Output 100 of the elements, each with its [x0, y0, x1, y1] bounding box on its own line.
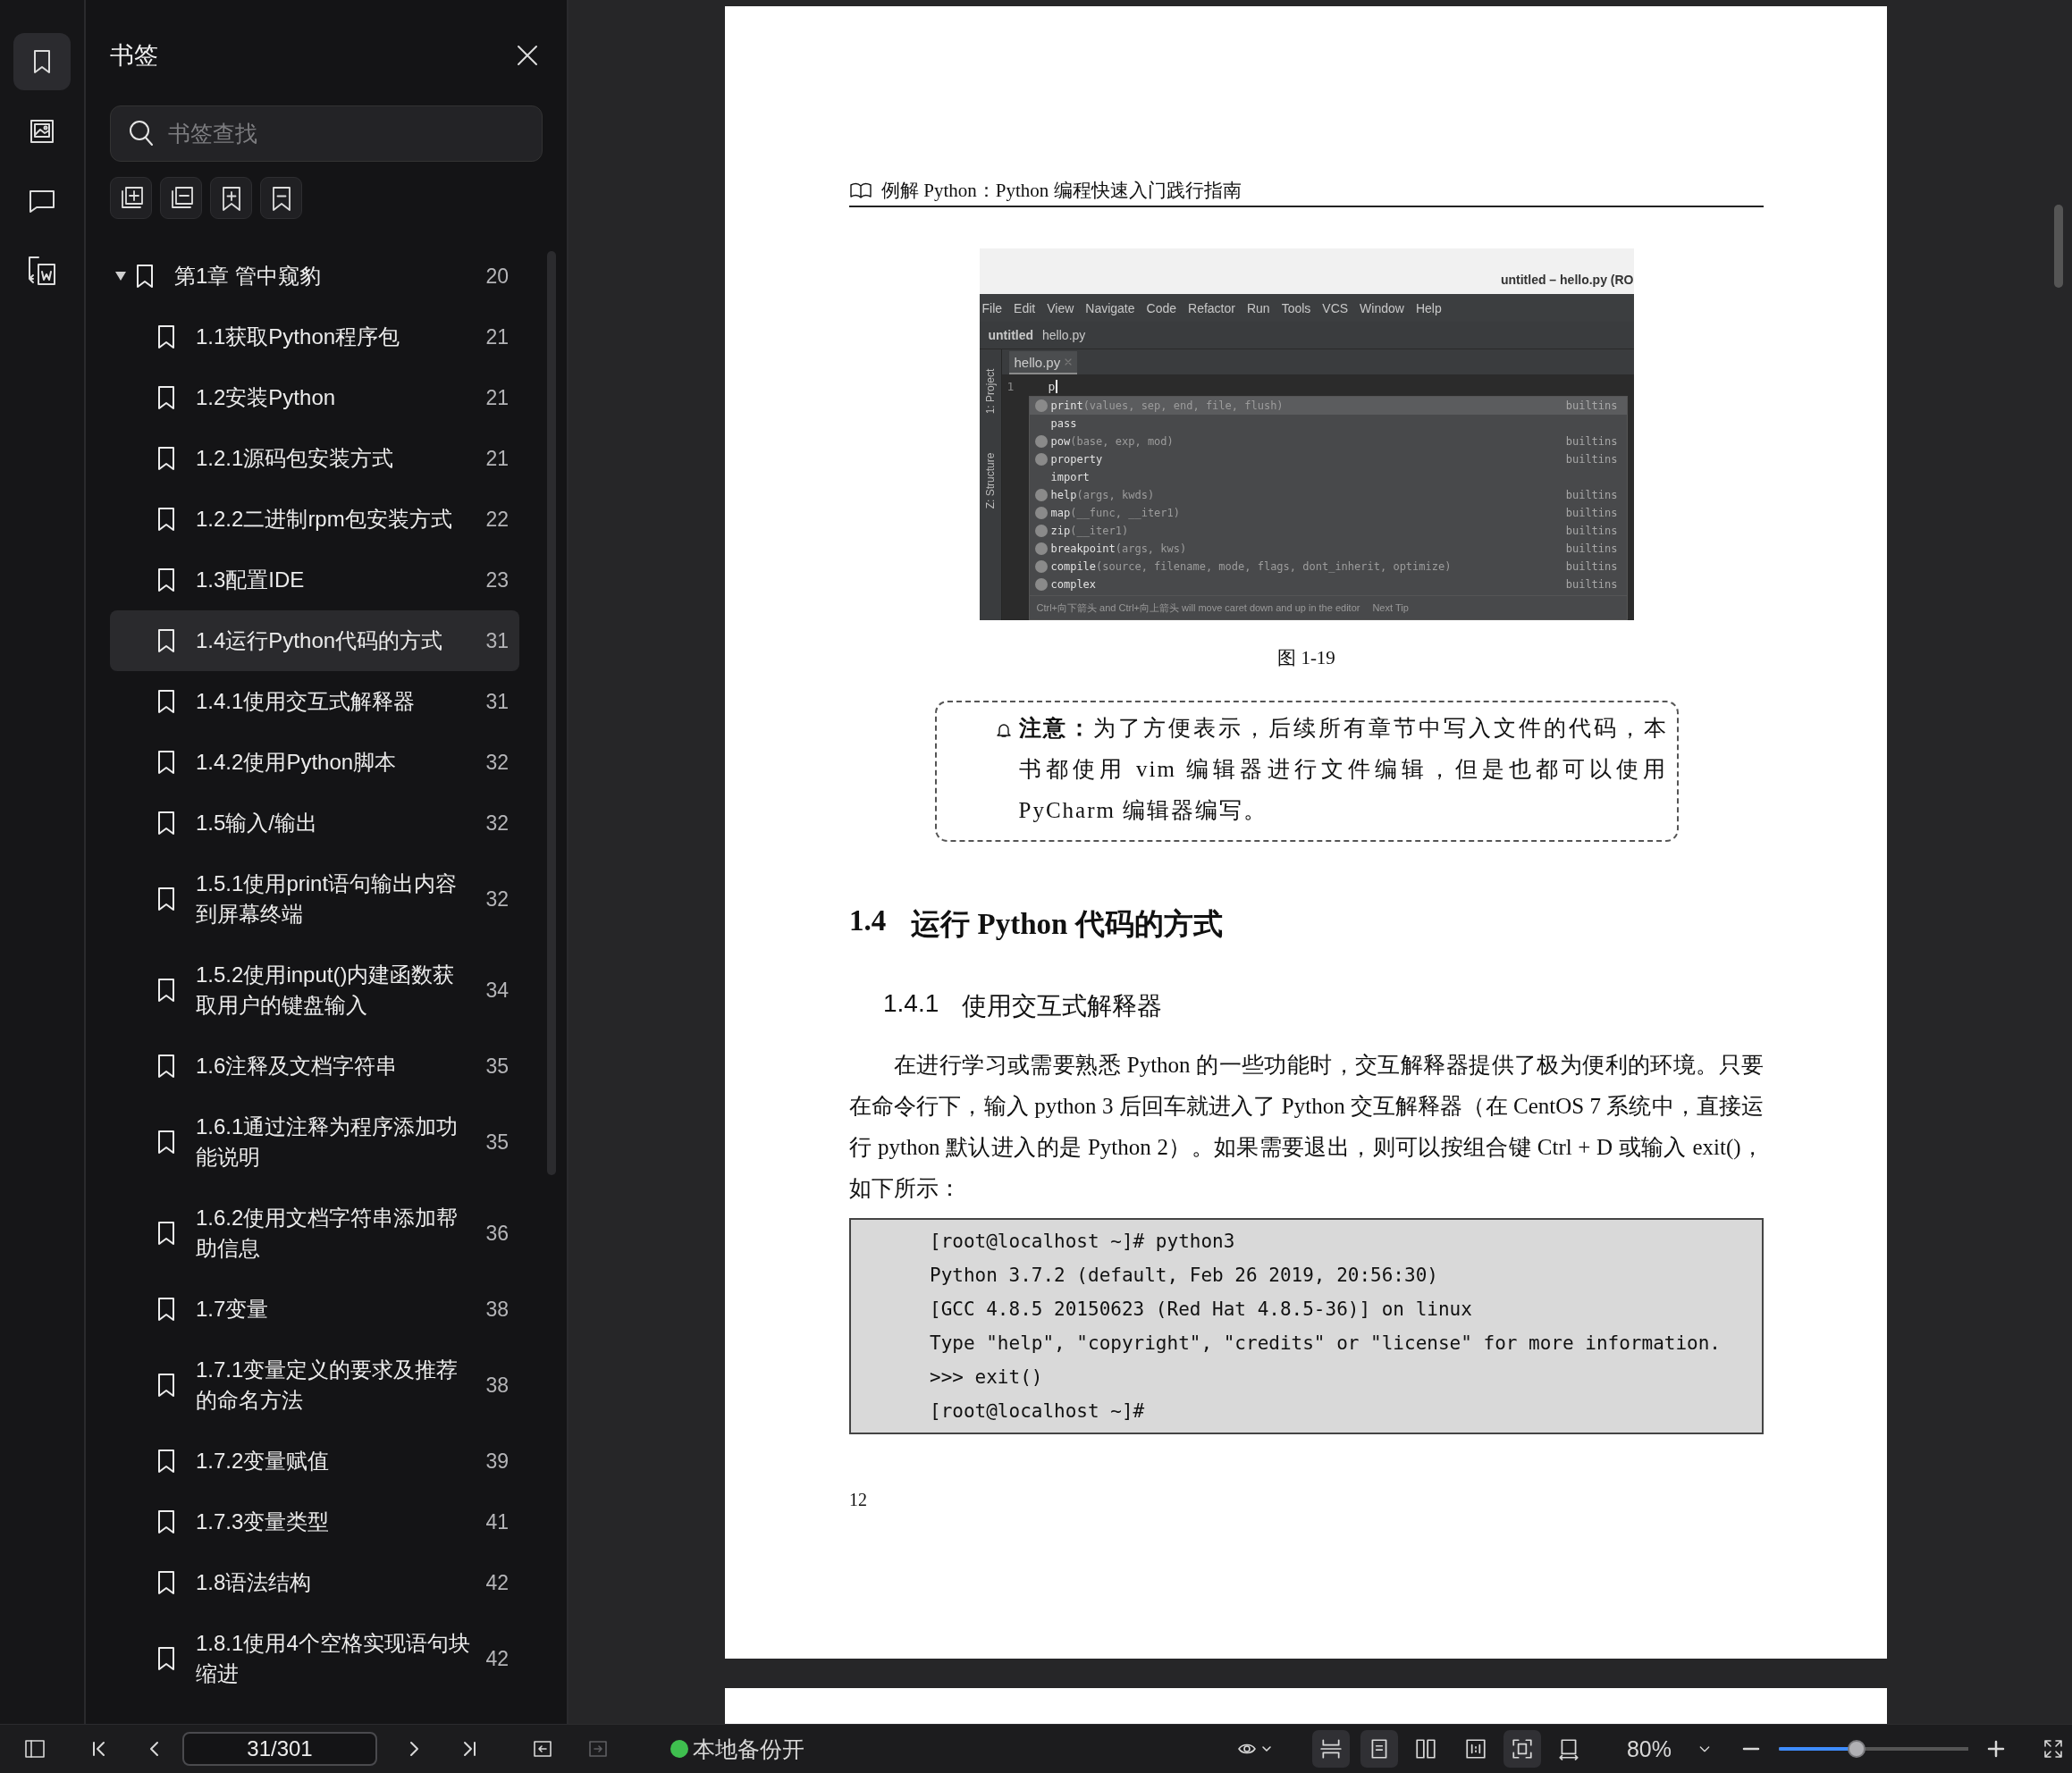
bookmark-item[interactable]: 1.7.3变量类型 41	[110, 1492, 519, 1552]
scrollbar-thumb[interactable]	[547, 251, 556, 1175]
breadcrumb-item[interactable]: hello.py	[1042, 328, 1086, 342]
completion-item[interactable]: pass	[1029, 415, 1627, 433]
bookmark-icon	[156, 1297, 176, 1322]
add-button[interactable]	[210, 177, 252, 219]
bookmarks-tab[interactable]	[13, 33, 71, 90]
completion-item[interactable]: print(values, sep, end, file, flush) builtins	[1029, 397, 1627, 415]
open-book-icon	[849, 182, 872, 198]
bookmark-icon	[156, 750, 176, 775]
code-line: Python 3.7.2 (default, Feb 26 2019, 20:56:30)	[930, 1264, 1439, 1288]
menu-item[interactable]: Refactor	[1188, 300, 1235, 315]
completion-item[interactable]: map(__func, __iter1) builtins	[1029, 504, 1627, 522]
menu-item[interactable]: Window	[1360, 300, 1404, 315]
single-page-button[interactable]	[1360, 1730, 1398, 1768]
function-kind-icon	[1034, 507, 1048, 519]
page-number: 12	[849, 1490, 868, 1510]
breadcrumb-item[interactable]: untitled	[988, 328, 1034, 342]
code-line: Type "help", "copyright", "credits" or "license" for more information.	[930, 1332, 1722, 1356]
window-title: untitled – hello.py (RO	[1500, 273, 1634, 287]
comment-icon	[28, 189, 56, 214]
class-kind-icon	[1034, 453, 1048, 466]
scrollbar-thumb[interactable]	[2054, 205, 2063, 288]
editor-tab[interactable]: hello.py	[1008, 351, 1078, 374]
two-page-icon	[1413, 1737, 1437, 1760]
menu-item[interactable]: Run	[1246, 300, 1270, 315]
bookmark-item[interactable]: 1.4.2使用Python脚本 32	[110, 732, 519, 793]
bookmark-item[interactable]: 1.5.1使用print语句输出内容到屏幕终端 32	[110, 853, 519, 945]
function-kind-icon	[1034, 399, 1048, 412]
completion-item[interactable]: pow(base, exp, mod) builtins	[1029, 433, 1627, 450]
bookmark-item[interactable]: 1.8语法结构 42	[110, 1552, 519, 1613]
section-number: 1.4	[849, 904, 887, 938]
completion-item[interactable]: import	[1029, 468, 1627, 486]
bookmark-icon	[156, 628, 176, 653]
bookmark-icon	[156, 886, 176, 912]
page-number-field[interactable]: 31/301	[182, 1732, 377, 1766]
bookmark-item[interactable]: 1.2.1源码包安装方式 21	[110, 428, 519, 489]
menu-item[interactable]: Help	[1415, 300, 1442, 315]
bookmark-item[interactable]: 1.5输入/输出 32	[110, 793, 519, 853]
function-kind-icon	[1034, 489, 1048, 501]
menu-item[interactable]: VCS	[1322, 300, 1349, 315]
bookmark-item[interactable]: 第1章 管中窥豹 20	[110, 246, 519, 307]
code-line: >>> exit()	[930, 1365, 1044, 1390]
completion-item[interactable]: property builtins	[1029, 450, 1627, 468]
tool-window-tab[interactable]: Z: Structure	[983, 441, 997, 520]
tip-text: Ctrl+向下箭头 and Ctrl+向上箭头 will move caret down and up in the editor	[1036, 601, 1360, 615]
body-paragraph: 在进行学习或需要熟悉 Python 的一些功能时，交互解释器提供了极为便利的环境。只要在命令行下，输入 python 3 后回车就进入了 Python 交互解释器（在 CentOS 7 系统中，直接运行 python 默认进入的是 Python 2）。如果需要退出，则可以按组合键 Ctrl + D 或输入 exit()，如下所示：	[849, 1052, 1764, 1202]
code-line: [root@localhost ~]#	[930, 1399, 1146, 1424]
bookmark-item[interactable]: 1.1获取Python程序包 21	[110, 307, 519, 367]
expand-all-button[interactable]	[110, 177, 152, 219]
bookmark-icon	[156, 1509, 176, 1534]
function-kind-icon	[1034, 525, 1048, 537]
note-text: 注意：为了方便表示，后续所有章节中写入文件的代码，本书都使用 vim 编辑器进行文件编辑，但是也都可以使用 PyCharm 编辑器编写。	[1018, 715, 1668, 824]
completion-item[interactable]: complex builtins	[1029, 576, 1627, 593]
bookmark-item[interactable]: 1.2安装Python 21	[110, 367, 519, 428]
bookmark-item[interactable]: 1.6.1通过注释为程序添加功能说明 35	[110, 1097, 519, 1188]
function-kind-icon	[1034, 542, 1048, 555]
bookmark-item[interactable]: 1.5.2使用input()内建函数获取用户的键盘输入 34	[110, 945, 519, 1036]
bookmark-item[interactable]: 1.6注释及文档字符串 35	[110, 1036, 519, 1097]
fit-page-button[interactable]	[1503, 1730, 1541, 1768]
backup-status: 本地备份开	[693, 1735, 804, 1763]
completion-item[interactable]: zip(__iter1) builtins	[1029, 522, 1627, 540]
expanded-triangle-icon[interactable]	[115, 272, 126, 281]
bookmark-item[interactable]: 1.7变量 38	[110, 1279, 519, 1340]
menu-item[interactable]: Edit	[1014, 300, 1036, 315]
bookmark-item[interactable]: 1.7.2变量赋值 39	[110, 1431, 519, 1492]
menu-item[interactable]: Tools	[1281, 300, 1311, 315]
remove-button[interactable]	[260, 177, 302, 219]
bookmark-icon	[156, 567, 176, 592]
bookmark-item[interactable]: 1.6.2使用文档字符串添加帮助信息 36	[110, 1188, 519, 1279]
panel-title: 书签	[110, 41, 158, 71]
back-icon	[532, 1738, 553, 1760]
zoom-slider-thumb[interactable]	[1847, 1740, 1866, 1758]
collapse-all-button[interactable]	[160, 177, 202, 219]
completion-item[interactable]: breakpoint(args, kws) builtins	[1029, 540, 1627, 558]
subsection-number: 1.4.1	[883, 989, 939, 1019]
tool-window-tab[interactable]: 1: Project	[983, 352, 997, 431]
completion-item[interactable]: compile(source, filename, mode, flags, dont_inherit, optimize) builtins	[1029, 558, 1627, 576]
bookmark-icon	[135, 264, 155, 289]
bookmark-item[interactable]: 1.3配置IDE 23	[110, 550, 519, 610]
menu-item[interactable]: View	[1047, 300, 1074, 315]
close-icon	[1065, 358, 1073, 366]
bookmark-icon	[156, 324, 176, 349]
bookmark-item[interactable]: 1.2.2二进制rpm包安装方式 22	[110, 489, 519, 550]
zoom-level: 80%	[1626, 1735, 1672, 1762]
menu-item[interactable]: File	[981, 300, 1003, 315]
menu-item[interactable]: Navigate	[1085, 300, 1135, 315]
search-field[interactable]: 书签查找	[110, 105, 543, 162]
completion-item[interactable]: help(args, kwds) builtins	[1029, 486, 1627, 504]
menu-item[interactable]: Code	[1146, 300, 1176, 315]
search-icon	[128, 119, 155, 147]
bookmark-icon	[156, 978, 176, 1003]
bookmark-icon	[156, 1646, 176, 1671]
code-text: p	[1048, 379, 1058, 393]
bookmark-item[interactable]: 1.7.1变量定义的要求及推荐的命名方法 38	[110, 1340, 519, 1431]
bookmark-item[interactable]: 1.4.1使用交互式解释器 31	[110, 671, 519, 732]
code-line: [root@localhost ~]# python3	[930, 1230, 1236, 1254]
bookmark-item[interactable]: 1.4运行Python代码的方式 31	[110, 610, 519, 671]
continuous-button[interactable]	[1311, 1730, 1350, 1768]
export-icon	[28, 256, 56, 286]
